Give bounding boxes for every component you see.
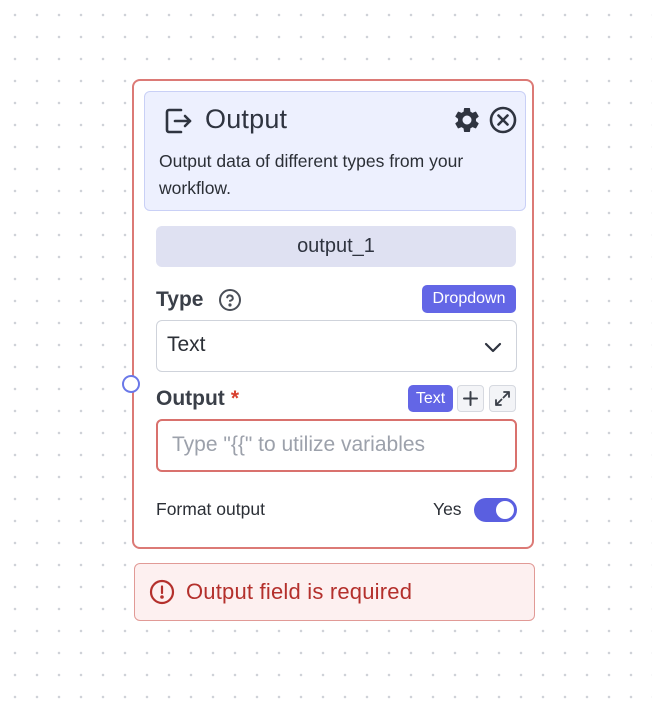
error-banner: Output field is required	[134, 563, 535, 621]
close-circle-icon[interactable]	[488, 105, 518, 135]
output-label-text: Output	[156, 387, 225, 410]
node-name-field[interactable]: output_1	[156, 226, 516, 267]
required-marker: *	[230, 387, 239, 410]
output-input[interactable]: Type "{{" to utilize variables	[156, 419, 517, 472]
expand-icon	[495, 391, 510, 406]
plus-icon	[463, 391, 478, 406]
type-label: Type	[156, 288, 204, 311]
expand-button[interactable]	[489, 385, 516, 412]
toggle-knob	[496, 501, 514, 519]
type-select[interactable]: Text	[156, 320, 517, 372]
output-node[interactable]: Output Output data of different types fr…	[122, 79, 534, 549]
dropdown-badge[interactable]: Dropdown	[422, 285, 516, 313]
error-message: Output field is required	[186, 579, 413, 604]
gear-icon[interactable]	[452, 105, 482, 135]
node-title: Output	[205, 104, 288, 134]
output-exit-icon	[165, 108, 192, 134]
output-input-placeholder: Type "{{" to utilize variables	[172, 433, 426, 456]
alert-circle-icon	[149, 579, 175, 605]
text-type-badge[interactable]: Text	[408, 385, 453, 412]
format-output-value: Yes	[433, 499, 462, 519]
add-variable-button[interactable]	[457, 385, 484, 412]
format-output-label: Format output	[156, 499, 265, 519]
node-header: Output Output data of different types fr…	[144, 91, 526, 211]
output-label: Output *	[156, 387, 239, 411]
chevron-down-icon	[484, 342, 502, 353]
format-output-toggle[interactable]	[474, 498, 517, 522]
node-description: Output data of different types from your…	[159, 151, 464, 198]
type-select-value: Text	[167, 333, 206, 356]
help-icon[interactable]	[218, 288, 242, 312]
input-connection-handle[interactable]	[122, 375, 140, 393]
